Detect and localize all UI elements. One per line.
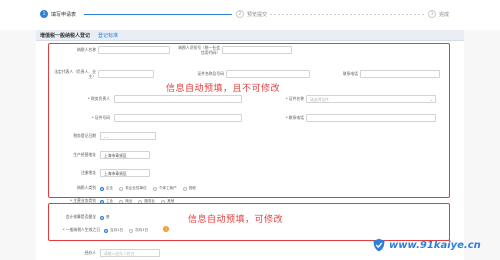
accounting-sound-label: 会计核算是否健全 [65, 214, 96, 219]
radio-icon [129, 228, 134, 233]
readonly-note: 信息自动预填，且不可修改 [166, 84, 281, 94]
editable-note: 信息自动预填，可修改 [188, 215, 284, 225]
watermark-text: www.91kaiye.cn [389, 239, 481, 251]
step-3-label: 完成 [439, 11, 450, 18]
step-1-label: 填写申请表 [51, 11, 77, 18]
legal-rep-input[interactable] [98, 70, 154, 78]
step-line-1 [84, 14, 232, 15]
registration-page: 1 填写申请表 2 预览提交 3 完成 增值税一般纳税人登记 登记标准 信息自动… [0, 0, 500, 260]
cert-no-input[interactable] [114, 114, 242, 122]
tax-reg-date-label: 税务登记日期 [73, 133, 96, 138]
step-2-label: 预览提交 [247, 11, 268, 18]
business-addr-label: 生产经营地址 [73, 152, 96, 157]
radio-icon [182, 186, 187, 191]
left-margin [0, 30, 36, 260]
form-title: 增值税一般纳税人登记 [40, 32, 91, 39]
handler-label: 经办人 [84, 250, 96, 255]
category-option-other[interactable]: 其他 [182, 186, 196, 191]
watermark: www.91kaiye.cn [372, 238, 481, 252]
taxpayer-name-label: 纳税人名称 [77, 47, 96, 52]
right-margin [464, 30, 500, 260]
handler-input[interactable]: 请输入经办人姓名 [100, 249, 160, 257]
step-line-2 [270, 14, 424, 15]
option-label: 非企业性单位 [125, 186, 147, 190]
contact-phone-1-label: 联系电话 [342, 71, 358, 76]
cert-name-placeholder: 请选择证件 [310, 97, 329, 102]
taxpayer-name-input[interactable] [98, 46, 170, 54]
contact-phone-2-label: * 联系电话 [285, 115, 304, 120]
help-icon[interactable]: ? [163, 226, 169, 232]
step-2: 2 预览提交 [236, 10, 267, 18]
reg-addr-input[interactable]: 上海市奉贤区 [100, 169, 150, 177]
period-option-next-month[interactable]: 次月1日 [129, 228, 148, 233]
step-1: 1 填写申请表 [40, 10, 76, 18]
taxpayer-category-group: 企业 非企业性单位 个体工商户 其他 [100, 186, 202, 191]
taxpayer-id-input[interactable] [222, 46, 292, 54]
option-label: 当月1日 [110, 228, 124, 232]
registration-standard-link[interactable]: 登记标准 [98, 32, 118, 39]
finance-head-input[interactable] [114, 95, 242, 103]
chevron-down-icon: ⌄ [429, 97, 433, 102]
business-addr-input[interactable]: 上海市奉贤区 [100, 151, 150, 159]
finance-head-label: * 财务负责人 [87, 96, 110, 101]
period-option-current-month[interactable]: 当月1日 [104, 228, 123, 233]
taxpayer-category-label: 纳税人类别 [77, 185, 96, 190]
contact-phone-2-input[interactable] [306, 114, 436, 122]
taxpayer-id-label: 纳税人识别号（统一社会信用代码） [178, 45, 220, 55]
radio-selected-icon [104, 228, 108, 233]
accounting-option-yes[interactable]: 是 [100, 215, 110, 220]
effective-period-group: 当月1日 次月1日 [104, 228, 154, 233]
category-option-enterprise[interactable]: 企业 [100, 186, 113, 191]
cert-no-label: * 证件号码 [91, 115, 110, 120]
category-option-non-enterprise[interactable]: 非企业性单位 [119, 186, 147, 191]
radio-selected-icon [100, 215, 104, 220]
category-option-individual[interactable]: 个体工商户 [152, 186, 177, 191]
accounting-sound-group: 是 [100, 215, 116, 220]
step-2-number: 2 [236, 10, 244, 18]
step-1-number: 1 [40, 10, 48, 18]
step-progress: 1 填写申请表 2 预览提交 3 完成 [0, 0, 500, 30]
step-3: 3 完成 [428, 10, 449, 18]
step-3-number: 3 [428, 10, 436, 18]
option-label: 个体工商户 [158, 186, 177, 190]
cert-name-select[interactable]: 请选择证件 ⌄ [306, 95, 436, 103]
form-title-bar: 增值税一般纳税人登记 登记标准 [36, 30, 464, 41]
radio-selected-icon [100, 186, 104, 191]
option-label: 是 [106, 215, 110, 219]
radio-icon [119, 186, 124, 191]
radio-icon [152, 186, 157, 191]
option-label: 其他 [188, 186, 196, 190]
shield-logo-icon [373, 238, 385, 252]
contact-phone-1-input[interactable] [360, 70, 440, 78]
reg-addr-label: 注册地址 [80, 170, 96, 175]
cert-name-label: * 证件名称 [285, 96, 304, 101]
option-label: 次月1日 [135, 228, 149, 232]
cert-name-id-input[interactable] [226, 70, 310, 78]
cert-name-id-label: 证件名称及号码 [197, 71, 224, 76]
tax-reg-date-input[interactable]: - - [100, 132, 156, 140]
effective-period-label: * 一般纳税人生效之日 [62, 227, 100, 232]
option-label: 企业 [106, 186, 114, 190]
legal-rep-label: 法定代表人（负责人、业主） [54, 69, 96, 79]
